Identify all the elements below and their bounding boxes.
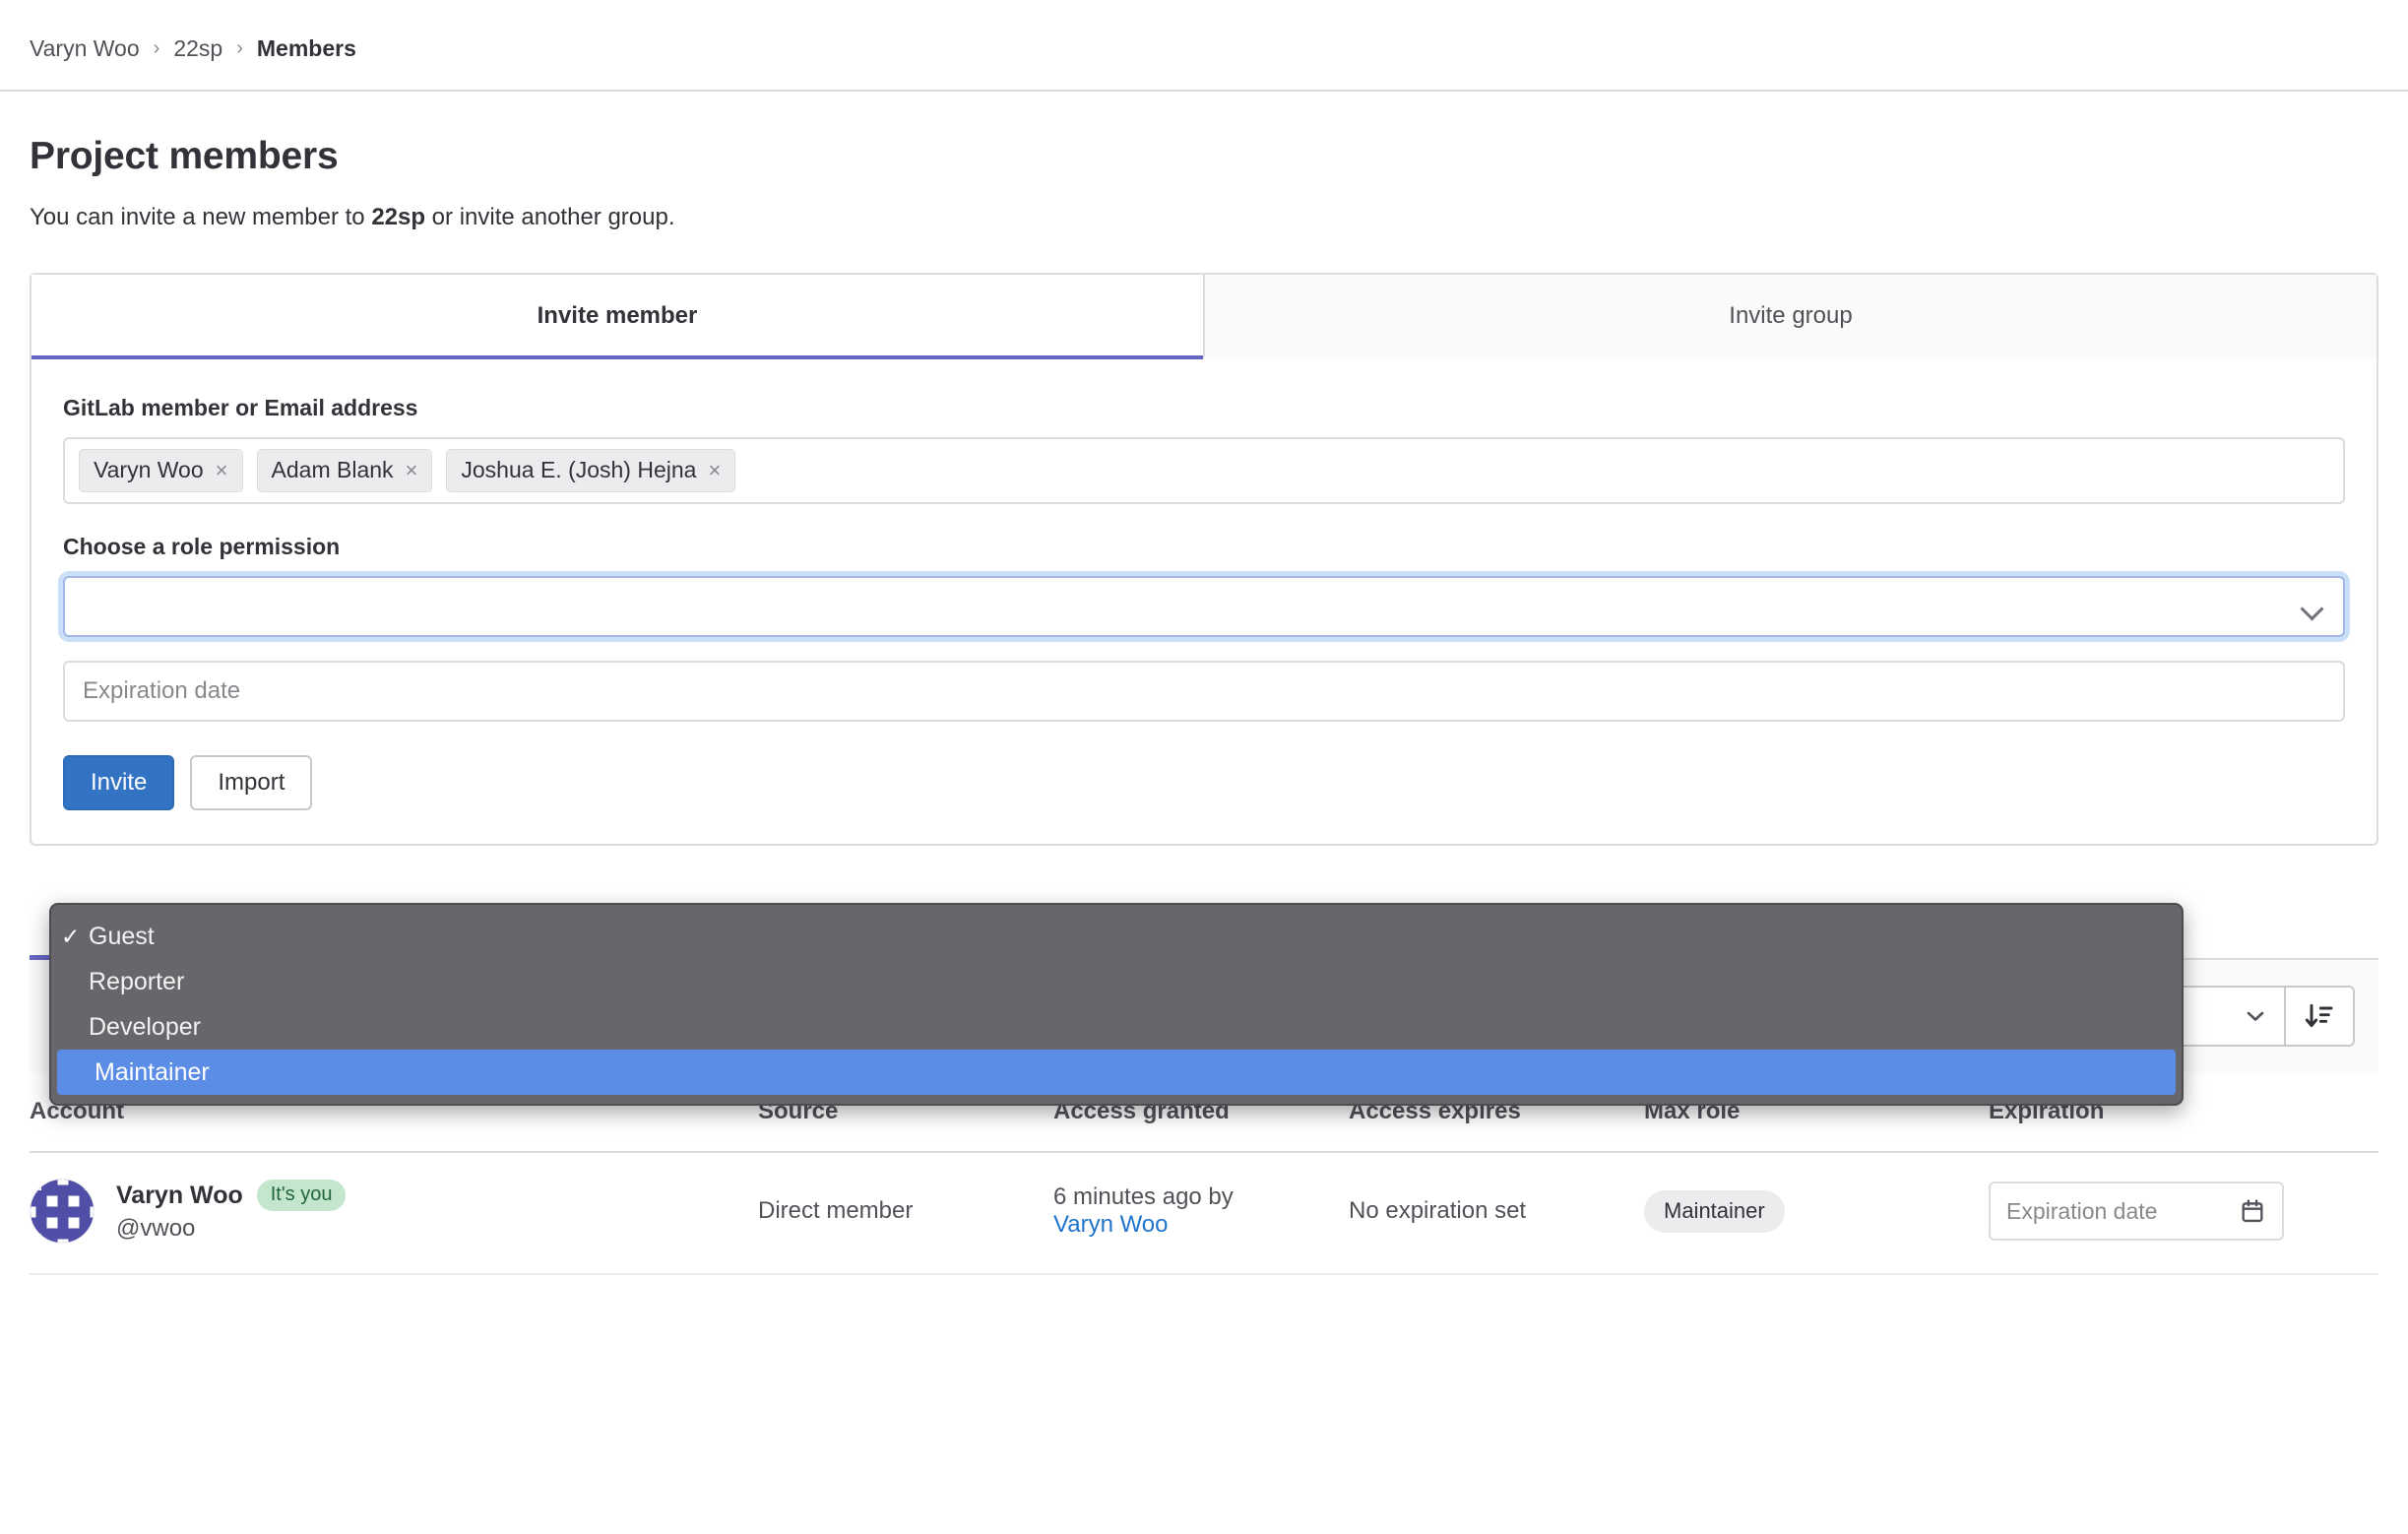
identicon-icon [31,1180,94,1244]
breadcrumb: Varyn Woo › 22sp › Members [0,0,2408,92]
page-description-prefix: You can invite a new member to [30,204,372,230]
role-option-label: Maintainer [95,1057,210,1086]
account-cell: Varyn Woo It's you @vwoo [30,1179,758,1245]
row-expiration-date-input[interactable]: Expiration date [1989,1182,2284,1242]
remove-token-icon[interactable]: × [708,459,721,481]
account-text: Varyn Woo It's you @vwoo [116,1180,347,1243]
role-dropdown-menu[interactable]: ✓ Guest Reporter Developer Maintainer [49,903,2184,1106]
breadcrumb-item-project[interactable]: 22sp [173,35,222,62]
check-icon: ✓ [61,923,81,949]
table-row: Varyn Woo It's you @vwoo Direct member 6… [30,1152,2378,1276]
row-expiration-placeholder: Expiration date [2006,1197,2158,1224]
invite-panel-body: GitLab member or Email address Varyn Woo… [32,359,2376,844]
calendar-icon [2242,1199,2263,1223]
tab-invite-group[interactable]: Invite group [1203,275,2376,359]
page-title: Project members [30,135,339,177]
role-option-label: Developer [89,1012,201,1041]
account-name-row: Varyn Woo It's you [116,1180,347,1212]
member-token-label: Adam Blank [271,457,394,482]
role-select-wrapper [63,576,2345,637]
cell-max-role: Maintainer [1644,1152,1989,1276]
cell-account: Varyn Woo It's you @vwoo [30,1152,758,1276]
page-description: You can invite a new member to 22sp or i… [30,204,2378,231]
member-token[interactable]: Adam Blank × [256,449,433,492]
tab-invite-member[interactable]: Invite member [32,275,1203,359]
breadcrumb-item-group[interactable]: Varyn Woo [30,35,140,62]
member-token[interactable]: Varyn Woo × [79,449,243,492]
member-field-label: GitLab member or Email address [63,395,418,420]
breadcrumb-item-current: Members [256,35,356,61]
invite-panel: Invite member Invite group GitLab member… [30,273,2378,1106]
cell-expiration: Expiration date [1989,1152,2378,1276]
invite-button[interactable]: Invite [63,755,175,811]
max-role-badge: Maintainer [1644,1189,1785,1233]
member-handle: @vwoo [116,1215,196,1243]
chevron-down-icon [2247,1012,2264,1022]
role-select[interactable] [63,576,2345,637]
remove-token-icon[interactable]: × [406,459,418,481]
invite-actions: Invite Import [63,755,2345,811]
access-granted-time: 6 minutes ago by [1053,1183,1234,1211]
member-name[interactable]: Varyn Woo [116,1182,243,1210]
breadcrumb-separator-icon: › [236,36,243,59]
breadcrumb-separator-icon: › [153,36,160,59]
sort-direction-button[interactable] [2284,988,2353,1046]
role-option-developer[interactable]: Developer [51,1004,2182,1050]
role-option-label: Reporter [89,967,185,995]
member-token-input[interactable]: Varyn Woo × Adam Blank × Joshua E. (Josh… [63,437,2345,504]
member-token-label: Varyn Woo [94,457,204,482]
avatar[interactable] [30,1179,95,1245]
access-granted-by: Varyn Woo [1053,1211,1349,1239]
members-table-body: Varyn Woo It's you @vwoo Direct member 6… [30,1152,2378,1276]
role-option-reporter[interactable]: Reporter [51,959,2182,1004]
role-option-label: Guest [89,922,155,950]
granted-by-link[interactable]: Varyn Woo [1053,1211,1169,1238]
page-header: Project members You can invite a new mem… [0,92,2408,231]
page-description-project: 22sp [371,204,426,230]
its-you-badge: It's you [256,1180,347,1212]
chevron-down-icon [2302,601,2323,613]
invite-panel-tabs: Invite member Invite group [32,275,2376,359]
cell-access-granted: 6 minutes ago by Varyn Woo [1053,1152,1349,1276]
page-description-suffix: or invite another group. [425,204,675,230]
sort-descending-icon [2305,1004,2333,1028]
remove-token-icon[interactable]: × [216,459,228,481]
cell-source: Direct member [758,1152,1053,1276]
import-button[interactable]: Import [190,755,313,811]
invite-expiration-date-input[interactable] [63,661,2345,722]
member-token[interactable]: Joshua E. (Josh) Hejna × [446,449,736,492]
role-field-label: Choose a role permission [63,534,341,559]
cell-access-expires: No expiration set [1349,1152,1644,1276]
member-token-label: Joshua E. (Josh) Hejna [461,457,697,482]
role-option-guest[interactable]: ✓ Guest [51,914,2182,959]
role-option-maintainer[interactable]: Maintainer [57,1050,2176,1095]
